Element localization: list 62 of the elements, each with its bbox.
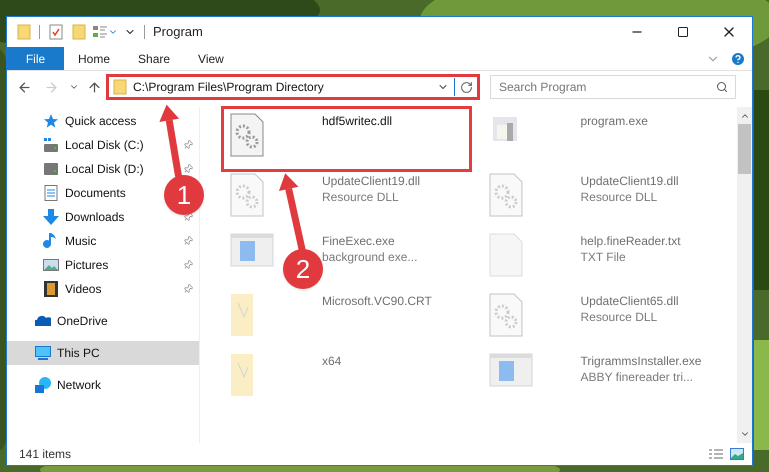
- nav-item[interactable]: Network: [7, 373, 199, 397]
- folder-icon: [113, 79, 127, 95]
- download-arrow-icon: [43, 209, 59, 225]
- file-name[interactable]: help.fineReader.txt: [580, 233, 681, 249]
- nav-item[interactable]: OneDrive: [7, 309, 199, 333]
- file-name[interactable]: UpdateClient19.dll: [580, 173, 679, 189]
- scrollbar[interactable]: [737, 107, 752, 443]
- drive-icon: [43, 161, 59, 177]
- search-field[interactable]: Search Program: [490, 75, 736, 99]
- file-name[interactable]: program.exe: [580, 113, 648, 129]
- up-button[interactable]: [87, 80, 102, 94]
- file-name[interactable]: Microsoft.VC90.CRT: [322, 293, 432, 309]
- file-name[interactable]: hdf5writec.dll: [322, 113, 392, 129]
- file-type: ABBY finereader tri...: [580, 369, 693, 385]
- nav-item[interactable]: Documents: [7, 181, 155, 205]
- list-view-icon[interactable]: [92, 24, 108, 40]
- music-note-icon: [43, 233, 59, 249]
- help-icon[interactable]: [730, 50, 746, 66]
- file-tab[interactable]: File: [7, 47, 64, 70]
- details-view-icon[interactable]: [708, 448, 724, 460]
- nav-item[interactable]: Quick access: [7, 109, 155, 133]
- picture-icon: [43, 257, 59, 273]
- annotation-number: 1: [164, 175, 204, 215]
- nav-item[interactable]: Downloads: [7, 205, 155, 229]
- nav-item[interactable]: Local Disk (D:): [7, 157, 155, 181]
- file-name[interactable]: TrigrammsInstaller.exe: [580, 353, 702, 369]
- film-icon: [43, 281, 59, 297]
- file-name[interactable]: x64: [322, 353, 342, 369]
- ribbon-tab[interactable]: Share: [124, 47, 184, 70]
- star-icon: [43, 113, 59, 129]
- nav-item[interactable]: This PC: [7, 341, 199, 365]
- ribbon-tab[interactable]: Home: [64, 47, 124, 70]
- document-icon: [43, 185, 59, 201]
- item-count: 141 items: [19, 446, 72, 463]
- file-type: Resource DLL: [322, 189, 399, 205]
- file-type: Resource DLL: [580, 309, 658, 325]
- tiles-view-icon[interactable]: [730, 448, 744, 460]
- address-bar[interactable]: C:\Program Files\Program Directory: [106, 74, 480, 100]
- properties-check-icon[interactable]: [48, 24, 64, 40]
- file-type: Resource DLL: [580, 189, 658, 205]
- nav-item[interactable]: Music: [7, 229, 155, 253]
- annotation-number: 2: [283, 249, 323, 289]
- window-title: Program: [153, 23, 203, 42]
- nav-item[interactable]: Pictures: [7, 253, 155, 277]
- back-button[interactable]: [17, 80, 32, 94]
- nav-item[interactable]: Videos: [7, 277, 155, 301]
- drive-icon: [43, 137, 59, 153]
- address-path: C:\Program Files\Program Directory: [133, 79, 325, 96]
- nav-item[interactable]: Local Disk (C:): [7, 133, 155, 157]
- monitor-icon: [35, 345, 51, 361]
- network-icon: [35, 377, 51, 393]
- cloud-icon: [35, 313, 51, 329]
- ribbon-tab[interactable]: View: [184, 47, 238, 70]
- file-name[interactable]: UpdateClient65.dll: [580, 293, 679, 309]
- file-type: background exe...: [322, 249, 418, 265]
- refresh-icon[interactable]: [460, 80, 473, 94]
- scrollbar-thumb[interactable]: [738, 124, 751, 174]
- maximize-icon: [677, 26, 689, 38]
- file-name[interactable]: UpdateClient19.dll: [322, 173, 420, 189]
- search-icon[interactable]: [716, 81, 728, 93]
- file-type: TXT File: [580, 249, 626, 265]
- file-name[interactable]: FineExec.exe: [322, 233, 395, 249]
